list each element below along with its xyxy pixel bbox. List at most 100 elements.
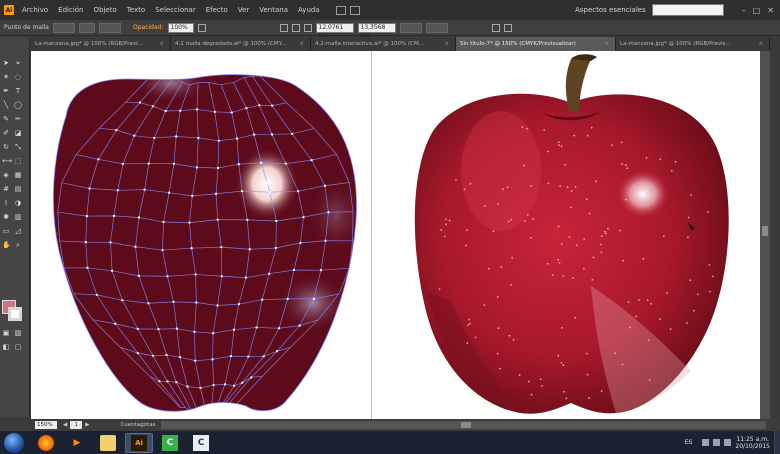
language-indicator[interactable]: ES [685, 439, 693, 446]
reference-point-icon[interactable] [303, 23, 312, 32]
taskbar-media-player[interactable]: ▶ [63, 433, 91, 453]
collapsed-panels-dock[interactable] [770, 37, 780, 419]
close-tab-icon[interactable]: × [159, 37, 164, 51]
menu-efecto[interactable]: Efecto [206, 6, 228, 14]
color-mode-icon[interactable]: ▣ [2, 329, 10, 337]
y-coordinate-field[interactable]: 13,3568 cm [357, 22, 396, 39]
menu-ver[interactable]: Ver [238, 6, 249, 14]
horizontal-scroll-thumb[interactable] [461, 422, 472, 428]
start-button-icon[interactable] [4, 432, 24, 453]
type-tool-icon[interactable]: T [14, 87, 22, 95]
paintbrush-tool-icon[interactable]: ✎ [2, 115, 10, 123]
artboard-number-field[interactable]: 1 [70, 421, 83, 429]
menu-archivo[interactable]: Archivo [22, 6, 48, 14]
blend-tool-icon[interactable]: ◑ [14, 199, 22, 207]
artboard-tool-icon[interactable]: ▭ [2, 227, 10, 235]
stroke-color-swatch[interactable] [8, 307, 22, 321]
lasso-tool-icon[interactable]: ◌ [14, 73, 22, 81]
magic-wand-tool-icon[interactable]: ✶ [2, 73, 10, 81]
opacity-label[interactable]: Opacidad: [133, 24, 164, 31]
menu-edicion[interactable]: Edición [58, 6, 83, 14]
vertical-scrollbar[interactable] [760, 51, 770, 419]
eraser-tool-icon[interactable]: ◪ [14, 129, 22, 137]
pen-tool-icon[interactable]: ✒ [2, 87, 10, 95]
symbol-sprayer-tool-icon[interactable]: ✺ [2, 213, 10, 221]
height-field[interactable] [425, 22, 448, 33]
network-icon[interactable] [713, 439, 721, 446]
mesh-tool-icon[interactable]: # [2, 185, 10, 193]
minimize-button[interactable]: – [742, 6, 746, 15]
tray-arrow-icon[interactable] [702, 439, 710, 446]
slice-tool-icon[interactable]: ◿ [14, 227, 22, 235]
taskbar-explorer[interactable] [94, 433, 122, 453]
taskbar-camtasia-recorder[interactable]: C [156, 433, 184, 453]
menu-objeto[interactable]: Objeto [94, 6, 117, 14]
tab-malla-interactiva[interactable]: 4.2-malla interactiva.ai* @ 100% (CM... … [311, 37, 456, 51]
isolate-icon[interactable] [491, 23, 500, 32]
line-tool-icon[interactable]: ╲ [2, 101, 10, 109]
taskbar-camtasia-studio[interactable]: C [187, 433, 215, 453]
draw-normal-icon[interactable]: ◧ [2, 343, 10, 351]
tab-la-manzana[interactable]: La-manzana.jpg* @ 100% (RGB/Previ... × [31, 37, 171, 51]
gradient-tool-icon[interactable]: ▤ [14, 185, 22, 193]
close-tab-icon[interactable]: × [444, 37, 449, 51]
eyedropper-tool-icon[interactable]: ⌇ [2, 199, 10, 207]
zoom-level-field[interactable]: 150% [35, 421, 57, 429]
stroke-color-dropdown[interactable] [79, 22, 95, 33]
system-clock[interactable]: 11:25 a.m. 20/10/2015 [735, 436, 770, 450]
mesh-apple-shape[interactable] [53, 74, 357, 412]
arrange-documents-icon[interactable] [349, 5, 360, 15]
width-field[interactable] [399, 22, 422, 33]
bridge-icon[interactable] [335, 5, 346, 15]
close-tab-icon[interactable]: × [299, 37, 304, 51]
blob-brush-tool-icon[interactable]: ✐ [2, 129, 10, 137]
current-tool-status[interactable]: Cuentagotas [120, 422, 155, 428]
perspective-grid-tool-icon[interactable]: ▦ [14, 171, 22, 179]
horizontal-scrollbar[interactable] [161, 421, 766, 429]
help-search-input[interactable] [651, 4, 724, 16]
width-tool-icon[interactable]: ⟷ [2, 157, 12, 165]
artwork[interactable] [31, 51, 760, 419]
rotate-tool-icon[interactable]: ↻ [2, 143, 10, 151]
transform-icon[interactable] [291, 23, 300, 32]
tab-malla-degradado[interactable]: 4.1 malla degradado.ai* @ 100% (CMY... × [171, 37, 311, 51]
fill-color-dropdown[interactable] [53, 22, 75, 33]
menu-ventana[interactable]: Ventana [259, 6, 288, 14]
x-coordinate-field[interactable]: 12,0761 cm [315, 22, 354, 39]
screen-mode-icon[interactable]: ▢ [14, 343, 22, 351]
ellipse-tool-icon[interactable]: ◯ [14, 101, 22, 109]
next-artboard-button[interactable]: ▶ [85, 422, 89, 428]
stroke-weight-field[interactable] [99, 22, 121, 33]
gradient-mode-icon[interactable]: ▨ [14, 329, 22, 337]
scale-tool-icon[interactable]: ⤡ [14, 143, 22, 151]
reference-apple-photo[interactable] [414, 54, 729, 414]
free-transform-tool-icon[interactable]: ⬚ [14, 157, 22, 165]
menu-texto[interactable]: Texto [127, 6, 145, 14]
shape-builder-tool-icon[interactable]: ◈ [2, 171, 10, 179]
artboard-canvas[interactable] [31, 51, 760, 419]
align-icon[interactable] [279, 23, 288, 32]
taskbar-firefox[interactable] [32, 433, 60, 453]
menu-seleccionar[interactable]: Seleccionar [155, 6, 196, 14]
close-button[interactable]: ✕ [767, 6, 774, 15]
close-tab-icon[interactable]: × [758, 37, 763, 51]
opacity-dropdown-icon[interactable] [197, 23, 206, 32]
close-tab-icon[interactable]: × [604, 37, 609, 51]
maximize-button[interactable]: □ [753, 6, 761, 15]
selection-tool-icon[interactable]: ➤ [2, 59, 10, 67]
tab-la-manzana-2[interactable]: La-manzana.jpg* @ 100% (RGB/Previs... × [616, 37, 770, 51]
hand-tool-icon[interactable]: ✋ [2, 241, 11, 249]
pencil-tool-icon[interactable]: ✏ [14, 115, 22, 123]
column-graph-tool-icon[interactable]: ▥ [14, 213, 22, 221]
previous-artboard-button[interactable]: ◀ [63, 422, 67, 428]
tab-sin-titulo-7[interactable]: Sin título-7* @ 150% (CMYK/Previsualizar… [456, 37, 616, 51]
show-desktop-button[interactable] [774, 431, 780, 454]
opacity-field[interactable]: 100% [167, 22, 194, 33]
taskbar-illustrator[interactable]: Ai [125, 432, 153, 453]
direct-selection-tool-icon[interactable]: ➢ [14, 59, 22, 67]
workspace-switcher[interactable]: Aspectos esenciales [575, 6, 646, 14]
menu-ayuda[interactable]: Ayuda [298, 6, 320, 14]
panel-menu-icon[interactable] [503, 23, 512, 32]
vertical-scroll-thumb[interactable] [762, 226, 768, 236]
zoom-tool-icon[interactable]: ⌕ [14, 241, 22, 249]
